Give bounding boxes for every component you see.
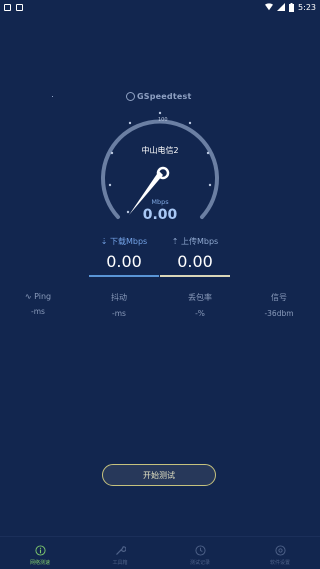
app-notification-icon [16,3,23,11]
stat-ping-label: ∿ Ping [8,292,68,301]
clock-icon [194,545,206,556]
stat-signal-label: 信号 [271,293,287,302]
upload-underline [160,275,230,277]
wifi-icon [265,3,274,11]
download-value: 0.00 [106,252,142,271]
ping-icon: ∿ [24,292,32,301]
isp-name: 中山电信2 [141,146,179,155]
gauge-unit: Mbps [151,198,169,206]
stat-loss-label: 丢包率 [188,293,212,302]
download-underline [89,275,159,277]
upload-metric: ⇡ 上传Mbps 0.00 [160,236,230,277]
gauge-speed-value: 0.00 [142,207,178,223]
nav-history[interactable]: 测试记录 [160,537,240,569]
settings-icon [274,545,286,556]
decorative-dot [52,96,53,97]
wrench-icon [115,546,126,555]
stat-loss: 丢包率 -% [170,292,230,318]
stat-loss-value: -% [195,309,205,318]
download-arrow-icon: ⇣ [100,237,110,246]
nav-history-label: 测试记录 [189,560,210,566]
start-test-button[interactable]: 开始测试 [102,464,216,486]
bottom-nav: 网络测速 工具箱 测试记录 软件设置 [0,536,320,569]
stat-signal: 信号 -36dbm [249,292,309,318]
notification-icon [4,3,11,11]
stat-ping: ∿ Ping -ms [8,292,68,316]
stat-ping-value: -ms [31,307,45,316]
nav-speed-test[interactable]: 网络测速 [0,537,80,569]
nav-speed-test-label: 网络测速 [29,560,50,566]
stat-jitter: 抖动 -ms [89,292,149,318]
stat-jitter-label: 抖动 [111,293,127,302]
upload-value: 0.00 [177,252,213,271]
stat-jitter-value: -ms [112,309,126,318]
stat-ping-label-text: Ping [34,292,52,301]
download-label: ⇣ 下载Mbps [89,236,159,247]
svg-text:100: 100 [158,117,168,123]
nav-toolbox-label: 工具箱 [112,560,128,566]
upload-label-text: 上传Mbps [181,237,219,246]
signal-icon [277,3,286,11]
upload-label: ⇡ 上传Mbps [160,236,230,247]
brand-name: GSpeedtest [137,92,192,101]
brand-logo: GSpeedtest [126,92,191,101]
status-right: 5:23 [265,2,316,12]
nav-settings[interactable]: 软件设置 [240,537,320,569]
nav-toolbox[interactable]: 工具箱 [80,537,160,569]
status-left [4,3,23,11]
status-time: 5:23 [298,2,316,12]
stat-signal-value: -36dbm [264,309,294,318]
battery-icon [289,2,295,12]
info-circle-icon [34,545,46,556]
upload-arrow-icon: ⇡ [171,237,181,246]
download-metric: ⇣ 下载Mbps 0.00 [89,236,159,277]
status-bar: 5:23 [0,0,320,14]
nav-settings-label: 软件设置 [269,560,290,566]
brand-icon [126,92,135,101]
download-label-text: 下载Mbps [110,237,148,246]
